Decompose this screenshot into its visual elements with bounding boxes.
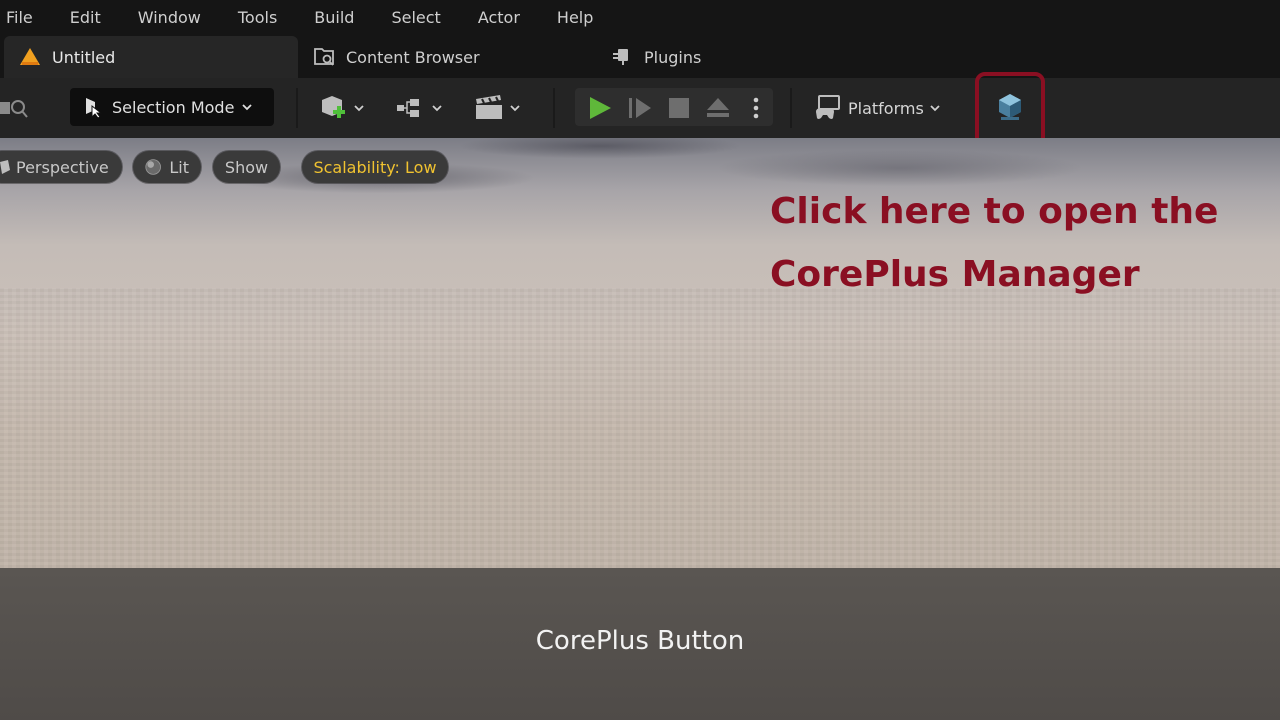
caption-text: CorePlus Button (535, 626, 745, 656)
perspective-label: Perspective (16, 157, 109, 177)
coreplus-highlight-box (975, 72, 1045, 148)
chevron-down-icon (242, 104, 253, 111)
lit-label: Lit (169, 157, 189, 177)
tab-bar: Untitled Content Browser Plugins (0, 34, 1280, 78)
selection-mode-label: Selection Mode (112, 97, 235, 117)
toolbar-divider (790, 88, 792, 128)
perspective-icon (0, 160, 10, 174)
more-options-icon[interactable] (751, 96, 761, 120)
tab-plugins[interactable]: Plugins (610, 36, 701, 78)
add-actor-icon (322, 96, 345, 118)
show-button[interactable]: Show (213, 151, 280, 183)
menu-window[interactable]: Window (132, 8, 207, 27)
play-icon[interactable] (587, 95, 613, 121)
warning-icon (20, 48, 40, 65)
tab-label: Content Browser (346, 47, 480, 67)
platforms-button[interactable]: Platforms (814, 94, 940, 122)
menu-build[interactable]: Build (308, 8, 360, 27)
platforms-label: Platforms (848, 98, 924, 118)
chevron-down-icon (354, 105, 364, 112)
step-forward-icon[interactable] (627, 95, 653, 121)
menu-tools[interactable]: Tools (232, 8, 283, 27)
content-browser-icon (314, 48, 334, 66)
tab-label: Plugins (644, 47, 702, 67)
selection-mode-button[interactable]: Selection Mode (70, 88, 274, 126)
cursor-icon (86, 98, 103, 118)
perspective-button[interactable]: Perspective (0, 151, 122, 183)
tab-content-browser[interactable]: Content Browser (312, 36, 480, 78)
menu-help[interactable]: Help (551, 8, 599, 27)
scalability-badge[interactable]: Scalability: Low (302, 151, 448, 183)
scalability-label: Scalability: Low (313, 157, 437, 177)
platforms-icon (816, 95, 840, 119)
lit-button[interactable]: Lit (133, 151, 201, 183)
camera-search-icon[interactable] (0, 96, 28, 120)
chevron-down-icon (432, 105, 442, 112)
toolbar-divider (553, 88, 555, 128)
menu-actor[interactable]: Actor (472, 8, 526, 27)
menu-select[interactable]: Select (385, 8, 446, 27)
chevron-down-icon (510, 105, 520, 112)
tab-label: Untitled (52, 47, 116, 67)
chevron-down-icon (930, 105, 940, 112)
menu-edit[interactable]: Edit (64, 8, 107, 27)
play-controls (575, 88, 773, 126)
eject-icon[interactable] (705, 95, 731, 121)
show-label: Show (224, 157, 269, 177)
blueprint-button[interactable] (396, 96, 442, 120)
lit-sphere-icon (145, 159, 161, 175)
clapperboard-icon (476, 95, 502, 119)
blueprint-icon (397, 99, 419, 117)
add-actor-button[interactable] (318, 94, 364, 122)
toolbar-divider (296, 88, 298, 128)
plugin-icon (613, 49, 628, 65)
menu-bar: File Edit Window Tools Build Select Acto… (0, 0, 1280, 34)
tab-untitled[interactable]: Untitled (4, 36, 298, 78)
cinematics-button[interactable] (474, 94, 520, 122)
annotation-callout: Click here to open the CorePlus Manager (770, 180, 1270, 306)
annotation-line-1: Click here to open the (770, 191, 1219, 232)
menu-file[interactable]: File (0, 8, 39, 27)
stop-icon[interactable] (667, 96, 691, 120)
main-toolbar: Selection Mode Platforms (0, 78, 1280, 138)
annotation-line-2: CorePlus Manager (770, 254, 1140, 295)
